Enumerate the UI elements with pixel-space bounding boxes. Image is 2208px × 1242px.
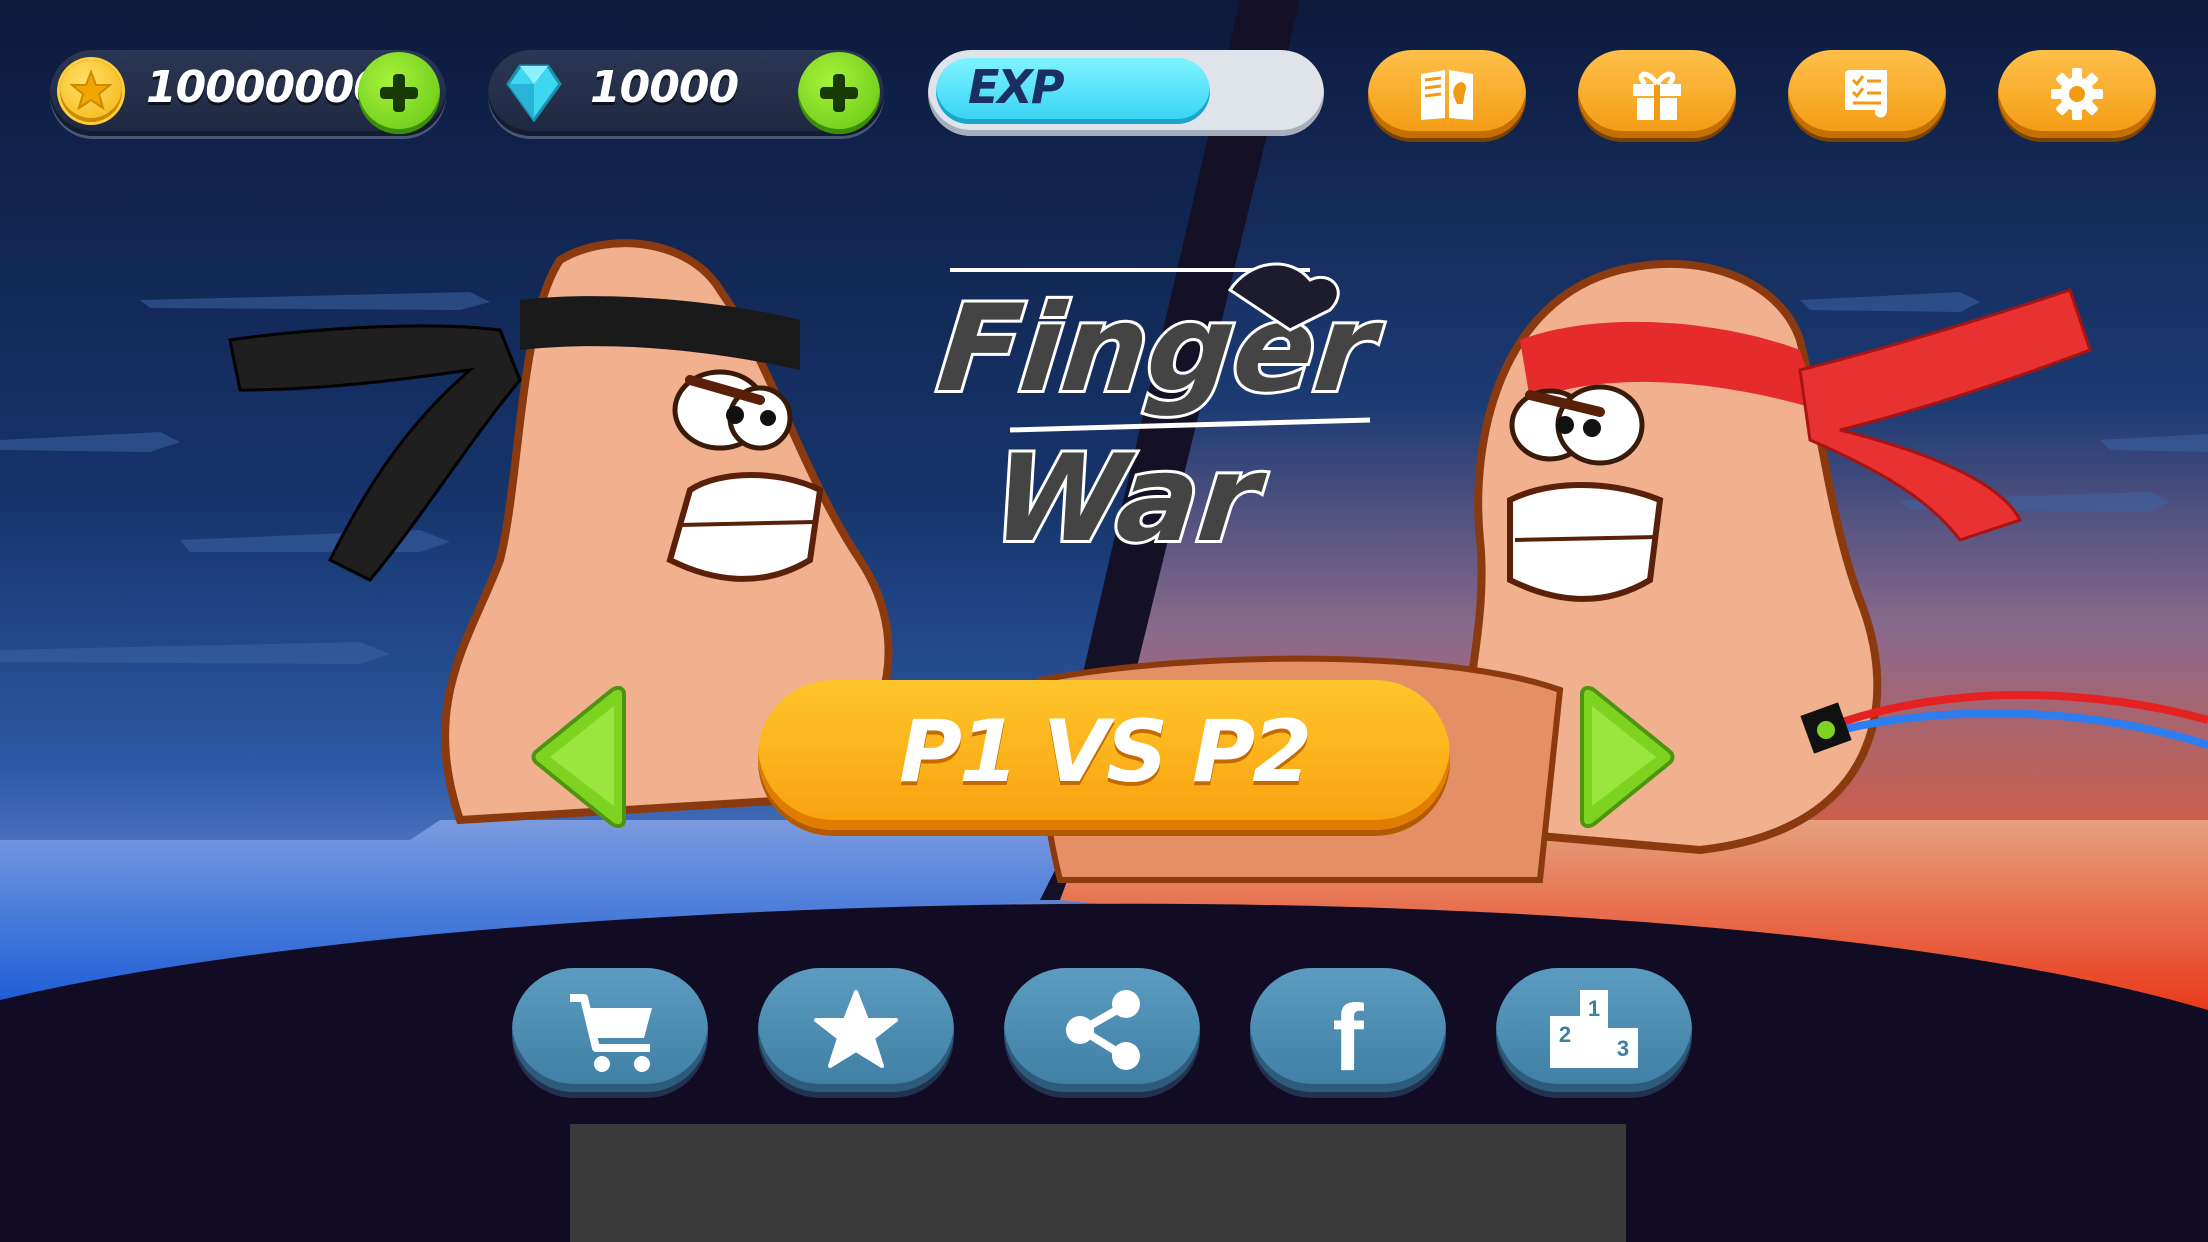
gems-value: 10000 bbox=[590, 62, 739, 113]
add-coins-button[interactable] bbox=[358, 52, 440, 134]
facebook-icon: f bbox=[1332, 985, 1364, 1090]
share-button[interactable] bbox=[1004, 968, 1200, 1092]
gear-icon bbox=[2051, 68, 2103, 120]
facebook-button[interactable]: f bbox=[1250, 968, 1446, 1092]
logo-line2: War bbox=[986, 429, 1272, 569]
guide-button[interactable] bbox=[1368, 50, 1526, 138]
facebook-glyph: f bbox=[1332, 985, 1364, 1090]
rank-2: 2 bbox=[1559, 1022, 1571, 1047]
game-logo: Finger War bbox=[930, 262, 1392, 570]
play-mode-label: P1 VS P2 bbox=[898, 702, 1312, 802]
play-mode-button[interactable]: P1 VS P2 bbox=[758, 680, 1450, 830]
rate-button[interactable] bbox=[758, 968, 954, 1092]
scroll-checklist-icon bbox=[1845, 70, 1887, 118]
cart-icon bbox=[570, 994, 652, 1072]
exp-label: EXP bbox=[968, 60, 1065, 114]
coins-counter: 100000000 bbox=[50, 50, 446, 136]
next-mode-arrow-icon[interactable] bbox=[1570, 686, 1678, 828]
previous-mode-arrow-icon[interactable] bbox=[528, 686, 636, 828]
book-icon bbox=[1421, 70, 1473, 120]
rank-3: 3 bbox=[1617, 1036, 1629, 1061]
diamond-icon bbox=[506, 64, 562, 122]
exp-bar: EXP bbox=[928, 50, 1324, 136]
gift-button[interactable] bbox=[1578, 50, 1736, 138]
share-icon bbox=[1066, 990, 1140, 1070]
settings-button[interactable] bbox=[1998, 50, 2156, 138]
coin-icon bbox=[60, 60, 122, 122]
star-icon bbox=[814, 990, 898, 1068]
leaderboard-button[interactable]: 1 2 3 bbox=[1496, 968, 1692, 1092]
ad-banner[interactable] bbox=[570, 1124, 1626, 1242]
gems-counter: 10000 bbox=[488, 50, 884, 136]
gift-icon bbox=[1633, 71, 1681, 120]
add-gems-button[interactable] bbox=[798, 52, 880, 134]
shop-button[interactable] bbox=[512, 968, 708, 1092]
rank-1: 1 bbox=[1588, 996, 1600, 1021]
podium-icon: 1 2 3 bbox=[1550, 990, 1638, 1068]
missions-button[interactable] bbox=[1788, 50, 1946, 138]
